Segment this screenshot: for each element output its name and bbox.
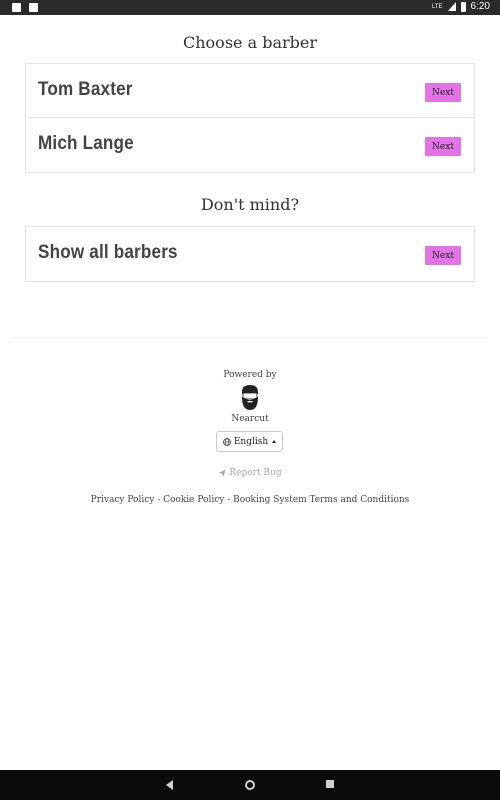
next-button[interactable]: Next bbox=[425, 137, 461, 156]
globe-icon bbox=[223, 437, 231, 446]
caret-up-icon bbox=[272, 440, 277, 443]
show-all-label: Show all barbers bbox=[38, 242, 178, 263]
paper-plane-icon bbox=[218, 469, 226, 477]
language-label: English bbox=[233, 436, 269, 447]
choose-barber-heading: Choose a barber bbox=[183, 33, 317, 52]
notification-icon bbox=[12, 3, 21, 12]
report-bug-label: Report Bug bbox=[229, 468, 282, 478]
nearcut-logo-icon[interactable] bbox=[237, 383, 263, 411]
home-icon[interactable] bbox=[245, 780, 255, 790]
status-bar: LTE 6:20 bbox=[0, 0, 500, 15]
show-all-barbers-row[interactable]: Show all barbers Next bbox=[26, 227, 474, 281]
show-all-card: Show all barbers Next bbox=[25, 226, 475, 282]
report-bug-link[interactable]: Report Bug bbox=[0, 468, 500, 478]
battery-icon bbox=[460, 1, 466, 12]
powered-by-label: Powered by bbox=[223, 370, 277, 380]
nearcut-brand-label: Nearcut bbox=[231, 414, 269, 424]
signal-icon bbox=[447, 2, 456, 11]
status-time: 6:20 bbox=[470, 1, 490, 12]
next-button[interactable]: Next bbox=[425, 83, 461, 102]
recent-apps-icon[interactable] bbox=[326, 780, 334, 788]
language-selector[interactable]: English bbox=[216, 431, 283, 452]
footer-divider bbox=[12, 337, 488, 338]
barber-name: Mich Lange bbox=[38, 133, 134, 154]
barber-name: Tom Baxter bbox=[38, 79, 133, 100]
android-nav-bar bbox=[0, 770, 500, 800]
back-icon[interactable] bbox=[166, 780, 173, 790]
barber-row-mich-lange[interactable]: Mich Lange Next bbox=[26, 118, 474, 172]
network-type-label: LTE bbox=[431, 3, 443, 10]
barber-row-tom-baxter[interactable]: Tom Baxter Next bbox=[26, 64, 474, 118]
policy-links[interactable]: Privacy Policy - Cookie Policy - Booking… bbox=[0, 495, 500, 505]
sd-card-icon bbox=[29, 3, 38, 12]
show-all-next-button[interactable]: Next bbox=[425, 246, 461, 265]
dont-mind-heading: Don't mind? bbox=[200, 195, 300, 214]
barber-list: Tom Baxter Next Mich Lange Next bbox=[25, 63, 475, 173]
